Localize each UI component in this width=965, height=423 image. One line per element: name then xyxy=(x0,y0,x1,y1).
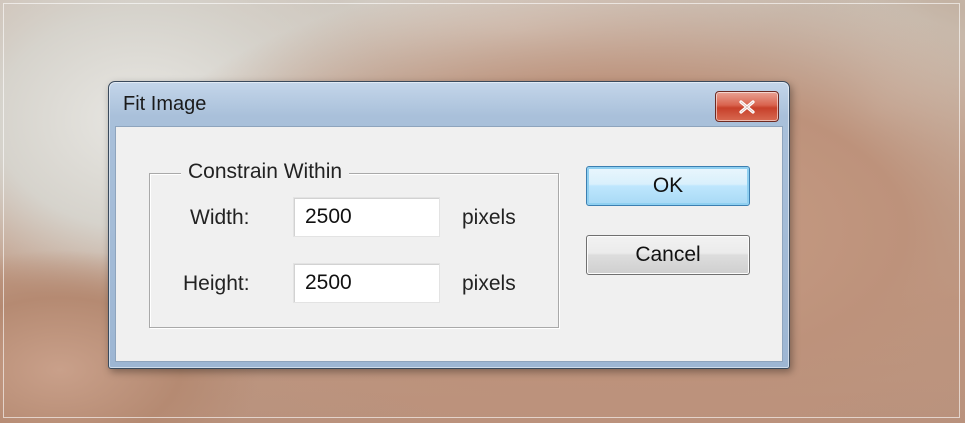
height-unit: pixels xyxy=(462,272,516,295)
dialog-body: Constrain Within Width: 2500 pixels Heig… xyxy=(115,126,783,362)
height-input[interactable]: 2500 xyxy=(293,263,440,303)
cancel-button[interactable]: Cancel xyxy=(586,235,750,275)
width-input[interactable]: 2500 xyxy=(293,197,440,237)
height-label: Height: xyxy=(183,272,250,295)
constrain-within-group: Constrain Within Width: 2500 pixels Heig… xyxy=(149,160,559,328)
dialog-title: Fit Image xyxy=(123,93,207,115)
close-button[interactable] xyxy=(715,91,779,122)
group-legend: Constrain Within xyxy=(181,160,350,184)
dialog-titlebar[interactable]: Fit Image xyxy=(109,82,789,126)
fit-image-dialog: Fit Image Constrain Within Width: 2500 p… xyxy=(108,81,790,369)
close-x-icon xyxy=(739,99,755,114)
width-unit: pixels xyxy=(462,206,516,229)
ok-button[interactable]: OK xyxy=(586,166,750,206)
width-label: Width: xyxy=(190,206,250,229)
